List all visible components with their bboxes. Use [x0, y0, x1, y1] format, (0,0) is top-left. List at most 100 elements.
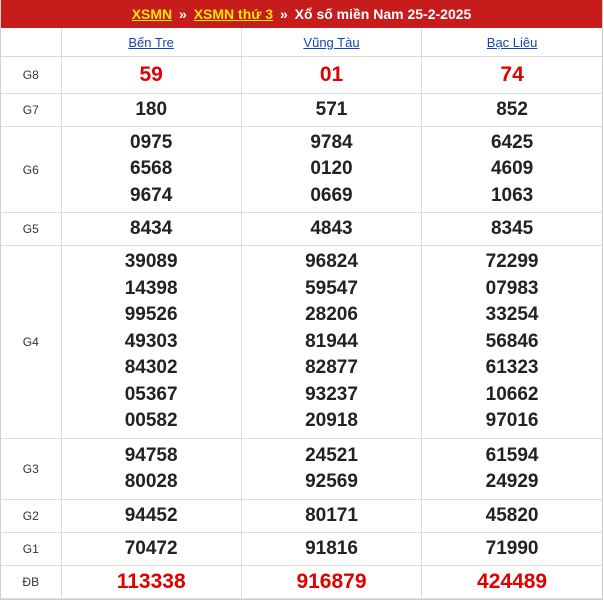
prize-cell: 571 [240, 93, 423, 127]
prize-number: 56846 [485, 330, 539, 352]
prize-number: 72299 [485, 251, 539, 273]
prize-number: 70472 [124, 537, 178, 559]
results-panel: XSMN » XSMN thứ 3 » Xổ số miền Nam 25-2-… [0, 0, 603, 600]
prize-cell: 94452 [60, 499, 242, 533]
special-prize-number: 916879 [296, 569, 367, 593]
prize-number: 8345 [490, 217, 534, 239]
province-header: Vũng Tàu [240, 28, 423, 57]
prize-cell: 9784 0120 0669 [240, 126, 423, 213]
special-prize-number: 113338 [116, 569, 186, 593]
prize-number: 28206 [305, 304, 358, 326]
province-link-bac-lieu[interactable]: Bạc Liêu [487, 35, 538, 50]
prize-number: 82877 [305, 357, 358, 379]
prize-number: 8434 [130, 217, 173, 239]
prize-number: 59547 [305, 277, 358, 299]
prize-number: 61323 [485, 357, 539, 379]
prize-row-g5: G5 8434 4843 8345 [1, 212, 602, 246]
prize-row-db: ĐB 113338 916879 424489 [1, 565, 602, 599]
prize-number: 07983 [485, 277, 539, 299]
prize-cell: 80171 [240, 499, 423, 533]
prize-number: 94758 [124, 444, 178, 466]
prize-number: 10662 [485, 383, 539, 405]
prize-number: 94452 [124, 504, 178, 526]
prize-row-g6: G6 0975 6568 9674 9784 0120 0669 6425 4609 1063 [1, 126, 602, 213]
prize-number: 80028 [124, 471, 178, 492]
page-title: Xổ số miền Nam 25-2-2025 [294, 6, 472, 22]
prize-number: 0975 [130, 131, 173, 153]
prize-number: 96824 [305, 251, 358, 273]
corner-cell [1, 28, 62, 57]
prize-number: 91816 [305, 537, 358, 559]
prize-number: 39089 [124, 251, 178, 273]
prize-number: 01 [319, 62, 344, 86]
province-link-vung-tau[interactable]: Vũng Tàu [303, 35, 359, 50]
prize-number: 92569 [305, 471, 358, 492]
special-prize-number: 424489 [477, 569, 548, 593]
prize-cell: 0975 6568 9674 [60, 126, 242, 213]
prize-number: 24929 [485, 471, 539, 492]
prize-number: 852 [496, 98, 528, 120]
prize-cell: 180 [60, 93, 242, 127]
prize-number: 49303 [124, 330, 178, 352]
province-header: Bạc Liêu [421, 28, 602, 57]
prize-cell: 6425 4609 1063 [421, 126, 602, 213]
prize-number: 93237 [305, 383, 358, 405]
breadcrumb-separator: » [279, 6, 288, 22]
prize-number: 05367 [124, 383, 178, 405]
breadcrumb-xsmn-link[interactable]: XSMN [132, 6, 172, 22]
province-header-row: Bến Tre Vũng Tàu Bạc Liêu [1, 28, 602, 57]
province-link-ben-tre[interactable]: Bến Tre [128, 35, 174, 50]
prize-number: 24521 [305, 444, 358, 466]
prize-cell: 01 [240, 56, 423, 94]
prize-number: 00582 [124, 410, 178, 432]
prize-row-g7: G7 180 571 852 [1, 93, 602, 127]
prize-number: 97016 [485, 410, 539, 432]
prize-row-g4: G4 39089 14398 99526 49303 84302 05367 00582 968… [1, 245, 602, 439]
prize-label: G2 [1, 499, 62, 533]
prize-number: 84302 [124, 357, 178, 379]
prize-label: G8 [1, 56, 62, 94]
prize-number: 9784 [310, 131, 353, 153]
prize-cell: 113338 [60, 565, 242, 599]
prize-number: 14398 [124, 277, 178, 299]
prize-cell: 916879 [240, 565, 423, 599]
prize-number: 180 [135, 98, 168, 120]
prize-label: G4 [1, 245, 62, 439]
prize-cell: 8434 [60, 212, 242, 246]
prize-number: 33254 [485, 304, 539, 326]
prize-cell: 59 [60, 56, 242, 94]
prize-cell: 96824 59547 28206 81944 82877 93237 20918 [240, 245, 423, 439]
prize-number: 9674 [130, 184, 173, 206]
prize-cell: 72299 07983 33254 56846 61323 10662 97016 [421, 245, 602, 439]
prize-number: 6425 [490, 131, 534, 153]
prize-cell: 74 [421, 56, 602, 94]
prize-cell: 71990 [421, 532, 602, 566]
prize-number: 81944 [305, 330, 358, 352]
prize-cell: 4843 [240, 212, 423, 246]
prize-label: G1 [1, 532, 62, 566]
province-header: Bến Tre [60, 28, 242, 57]
prize-number: 71990 [485, 537, 539, 559]
prize-number: 571 [315, 98, 348, 120]
prize-cell: 424489 [421, 565, 602, 599]
prize-number: 4609 [490, 158, 534, 180]
prize-label: ĐB [1, 565, 62, 599]
results-table: Bến Tre Vũng Tàu Bạc Liêu G8 59 01 74 G7 180 5… [1, 28, 602, 599]
prize-number: 99526 [124, 304, 178, 326]
prize-cell: 94758 80028 [60, 438, 242, 500]
prize-label: G7 [1, 93, 62, 127]
prize-cell: 61594 24929 [421, 438, 602, 500]
prize-number: 20918 [305, 410, 358, 432]
prize-number: 0669 [310, 184, 353, 206]
breadcrumb-bar: XSMN » XSMN thứ 3 » Xổ số miền Nam 25-2-… [1, 0, 602, 28]
breadcrumb-xsmn-thu3-link[interactable]: XSMN thứ 3 [194, 6, 273, 22]
prize-cell: 91816 [240, 532, 423, 566]
breadcrumb-separator: » [179, 6, 187, 22]
prize-cell: 852 [421, 93, 602, 127]
prize-number: 4843 [310, 217, 353, 239]
prize-label: G5 [1, 212, 62, 246]
prize-label: G3 [1, 438, 62, 500]
prize-row-g3: G3 94758 80028 24521 92569 61594 24929 [1, 438, 602, 500]
prize-cell: 8345 [421, 212, 602, 246]
prize-number: 74 [500, 62, 524, 86]
